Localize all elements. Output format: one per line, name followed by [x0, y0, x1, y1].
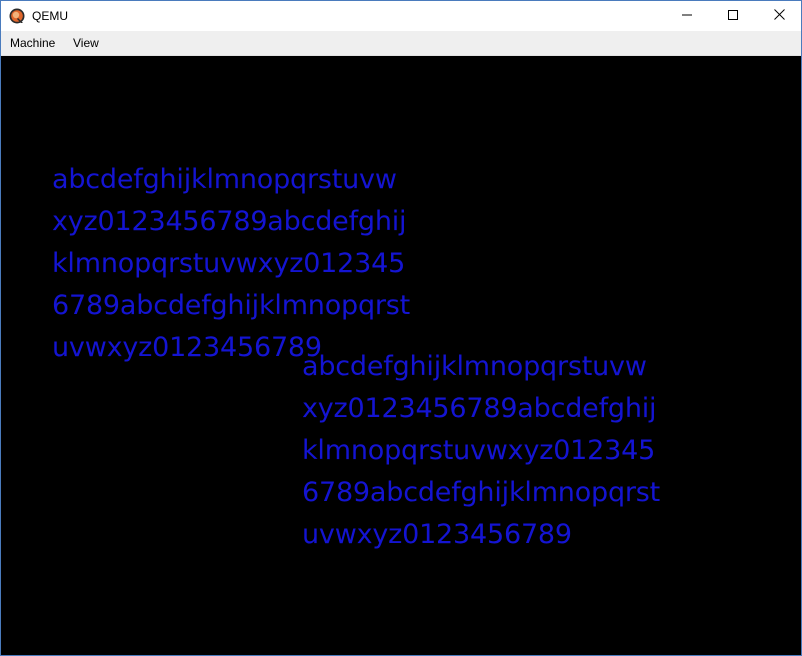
text-line: abcdefghijklmnopqrstuvw — [52, 164, 397, 195]
close-button[interactable] — [756, 1, 802, 31]
minimize-button[interactable] — [664, 1, 710, 31]
text-line: 6789abcdefghijklmnopqrst — [52, 290, 411, 321]
window-title: QEMU — [32, 9, 68, 23]
qemu-window: QEMU Machine View abcdefghijklmnopqrstuv… — [0, 0, 802, 656]
maximize-icon — [728, 7, 738, 25]
minimize-icon — [682, 7, 692, 25]
title-bar[interactable]: QEMU — [1, 1, 801, 31]
text-line: klmnopqrstuvwxyz012345 — [302, 435, 656, 466]
text-line: xyz0123456789abcdefghij — [302, 393, 657, 424]
menu-machine[interactable]: Machine — [8, 31, 57, 55]
text-line: uvwxyz0123456789 — [302, 519, 572, 550]
text-line: abcdefghijklmnopqrstuvw — [302, 351, 647, 382]
text-line: klmnopqrstuvwxyz012345 — [52, 248, 406, 279]
text-line: xyz0123456789abcdefghij — [52, 206, 407, 237]
text-block-2: abcdefghijklmnopqrstuvw xyz0123456789abc… — [302, 346, 660, 556]
close-icon — [773, 7, 785, 25]
menu-view[interactable]: View — [71, 31, 101, 55]
guest-display[interactable]: abcdefghijklmnopqrstuvw xyz0123456789abc… — [1, 56, 801, 655]
text-line: 6789abcdefghijklmnopqrst — [302, 477, 661, 508]
menu-bar: Machine View — [1, 31, 801, 56]
qemu-logo-icon[interactable] — [9, 8, 25, 24]
maximize-button[interactable] — [710, 1, 756, 31]
text-block-1: abcdefghijklmnopqrstuvw xyz0123456789abc… — [52, 159, 410, 369]
